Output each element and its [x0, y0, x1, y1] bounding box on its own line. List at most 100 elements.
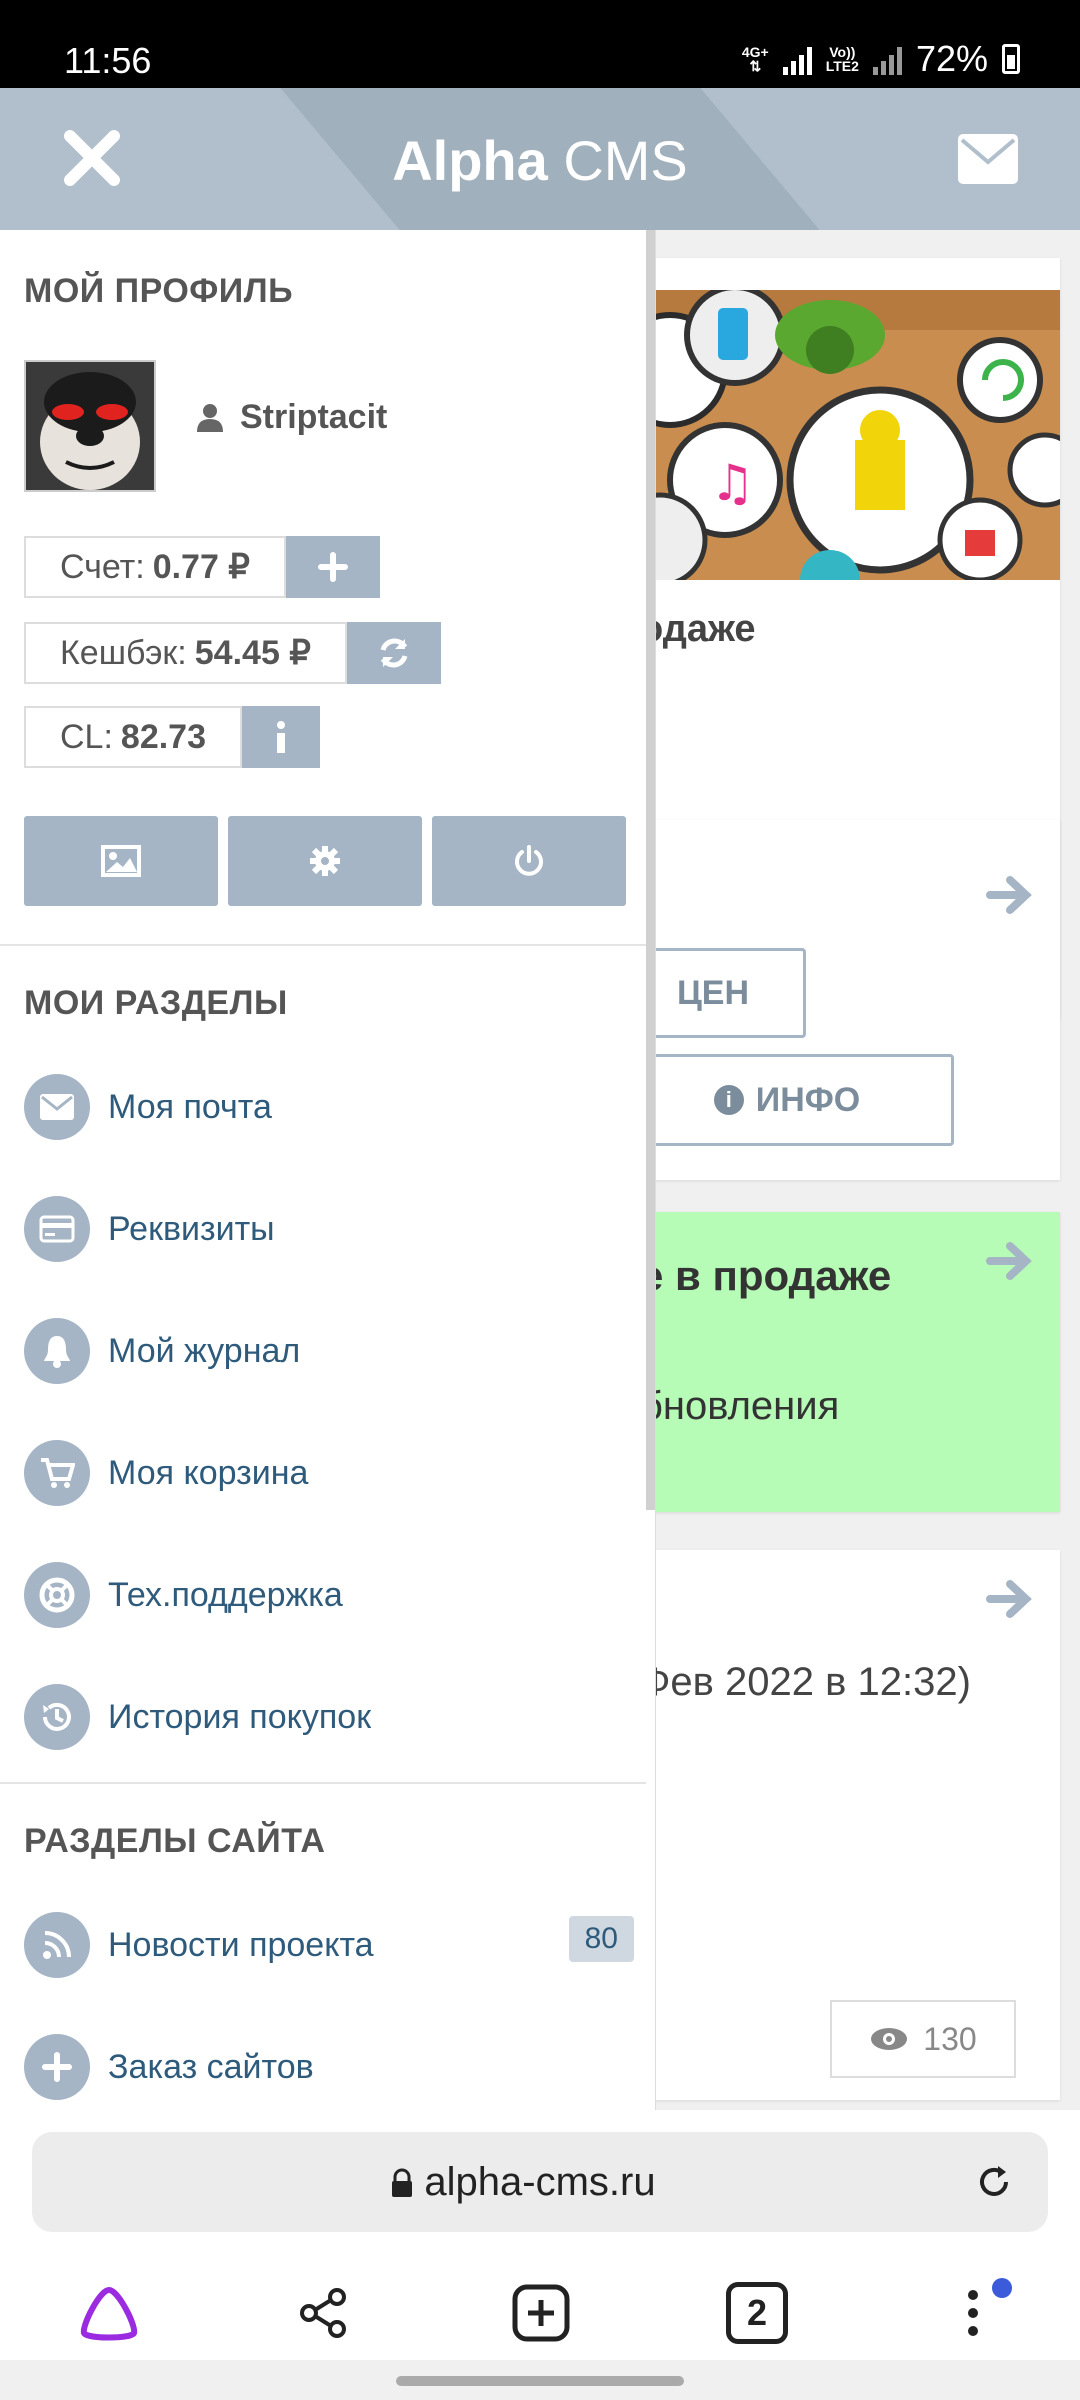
volte-label: Vo)) LTE2 — [825, 44, 859, 74]
cashback-display: Кешбэк: 54.45 ₽ — [24, 622, 347, 684]
cashback-row: Кешбэк: 54.45 ₽ — [24, 622, 441, 684]
info-icon: i — [713, 1085, 744, 1115]
site-title[interactable]: Alpha CMS — [0, 128, 1080, 193]
info-card: ЦЕН i ИНФО — [620, 820, 1060, 1180]
tabs-button[interactable]: 2 — [722, 2278, 792, 2348]
reload-icon[interactable] — [974, 2162, 1014, 2202]
gallery-button[interactable] — [24, 816, 218, 906]
profile-tools — [24, 816, 626, 906]
rss-icon — [24, 1912, 90, 1978]
menu-item-label: Реквизиты — [108, 1209, 275, 1248]
envelope-icon — [24, 1074, 90, 1140]
user-icon — [197, 403, 223, 432]
site-sections-title: РАЗДЕЛЫ САЙТА — [24, 1822, 326, 1860]
info-button[interactable]: i ИНФО — [620, 1054, 954, 1146]
url-text[interactable]: alpha-cms.ru — [32, 2160, 1048, 2205]
divider — [0, 1782, 646, 1784]
refresh-icon — [380, 638, 408, 668]
status-time: 11:56 — [64, 40, 152, 81]
envelope-icon[interactable] — [956, 132, 1020, 186]
eye-icon — [871, 2028, 908, 2050]
menu-item-mail[interactable]: Моя почта — [24, 1072, 634, 1142]
update-date: Фев 2022 в 12:32) — [640, 1660, 971, 1704]
new-tab-button[interactable] — [506, 2278, 576, 2348]
convert-cashback-button[interactable] — [346, 622, 441, 684]
history-icon — [24, 1684, 90, 1750]
image-icon — [101, 845, 141, 877]
status-bar: 11:56 4G+ ⇅ Vo)) LTE2 72% — [0, 0, 1080, 88]
username[interactable]: Striptacit — [196, 398, 387, 437]
browser-nav: 2 — [0, 2258, 1080, 2368]
promo-title: е в продаже — [640, 1252, 892, 1299]
page-content: ♫ одаже ЦЕН i ИНФО е в продаже бновления — [620, 230, 1080, 2110]
balance-display: Счет: 0.77 ₽ — [24, 536, 286, 598]
share-button[interactable] — [288, 2278, 358, 2348]
drawer-scrollbar[interactable] — [646, 230, 655, 1510]
my-sections-title: МОИ РАЗДЕЛЫ — [24, 984, 288, 1022]
battery-percent: 72% — [915, 38, 988, 79]
cl-display: CL: 82.73 — [24, 706, 243, 768]
plus-icon — [317, 552, 348, 582]
credit-card-icon — [24, 1196, 90, 1262]
plus-square-icon — [512, 2284, 570, 2342]
views-counter: 130 — [830, 2000, 1016, 2078]
menu-item-label: Тех.поддержка — [108, 1575, 343, 1614]
cl-row: CL: 82.73 — [24, 706, 321, 768]
menu-item-cart[interactable]: Моя корзина — [24, 1438, 634, 1508]
promo-subtitle: бновления — [640, 1384, 840, 1428]
notification-dot — [992, 2278, 1012, 2298]
avatar[interactable] — [24, 360, 156, 492]
svg-text:♫: ♫ — [710, 454, 755, 512]
power-icon — [515, 845, 543, 876]
more-vertical-icon — [968, 2290, 978, 2336]
promo-card[interactable]: е в продаже бновления — [640, 1212, 1060, 1512]
plus-icon — [24, 2034, 90, 2100]
menu-item-label: История покупок — [108, 1697, 372, 1736]
close-icon[interactable] — [60, 126, 124, 190]
home-indicator[interactable] — [396, 2376, 684, 2386]
profile-section-title: МОЙ ПРОФИЛЬ — [24, 272, 294, 310]
menu-item-label: Моя почта — [108, 1087, 272, 1126]
cart-icon — [24, 1440, 90, 1506]
more-menu-button[interactable] — [938, 2278, 1012, 2348]
side-drawer: МОЙ ПРОФИЛЬ Striptacit Счет: 0.77 ₽ Кешбэ… — [0, 230, 656, 2110]
menu-item-label: Мой журнал — [108, 1331, 301, 1370]
update-card[interactable]: Фев 2022 в 12:32) 130 — [640, 1550, 1060, 2100]
menu-item-label: Заказ сайтов — [108, 2047, 314, 2086]
arrow-right-icon[interactable] — [986, 1574, 1036, 1624]
settings-button[interactable] — [228, 816, 422, 906]
battery-icon — [1002, 44, 1020, 74]
signal-icon — [782, 43, 812, 75]
browser-toolbar: alpha-cms.ru 2 — [0, 2110, 1080, 2400]
app-header: Alpha CMS — [0, 88, 1080, 230]
menu-item-history[interactable]: История покупок — [24, 1682, 634, 1752]
menu-item-label: Моя корзина — [108, 1453, 309, 1492]
status-icons: 4G+ ⇅ Vo)) LTE2 72% — [742, 38, 1020, 80]
logout-button[interactable] — [432, 816, 626, 906]
cl-info-button[interactable] — [242, 706, 321, 768]
network-4g-label: 4G+ ⇅ — [741, 44, 769, 74]
arrow-right-icon[interactable] — [986, 870, 1036, 920]
share-icon — [300, 2288, 346, 2338]
lifebuoy-icon — [24, 1562, 90, 1628]
gear-icon — [310, 846, 340, 876]
gesture-area — [0, 2360, 1080, 2400]
card-image: ♫ — [640, 290, 1060, 580]
balance-row: Счет: 0.77 ₽ — [24, 536, 380, 598]
alice-assistant-button[interactable] — [74, 2278, 144, 2348]
address-bar[interactable]: alpha-cms.ru — [32, 2132, 1048, 2232]
arrow-right-icon[interactable] — [986, 1236, 1036, 1286]
menu-item-journal[interactable]: Мой журнал — [24, 1316, 634, 1386]
card-title[interactable]: одаже — [640, 608, 756, 651]
menu-item-news[interactable]: Новости проекта 80 — [24, 1910, 634, 1980]
tabs-count-icon: 2 — [726, 2282, 788, 2344]
add-funds-button[interactable] — [285, 536, 380, 598]
bell-icon — [24, 1318, 90, 1384]
alice-icon — [80, 2286, 138, 2341]
menu-item-order-sites[interactable]: Заказ сайтов — [24, 2032, 634, 2102]
info-icon — [277, 721, 286, 753]
menu-item-support[interactable]: Тех.поддержка — [24, 1560, 634, 1630]
signal2-icon — [872, 43, 902, 75]
menu-item-requisites[interactable]: Реквизиты — [24, 1194, 634, 1264]
news-count-badge: 80 — [568, 1916, 634, 1962]
